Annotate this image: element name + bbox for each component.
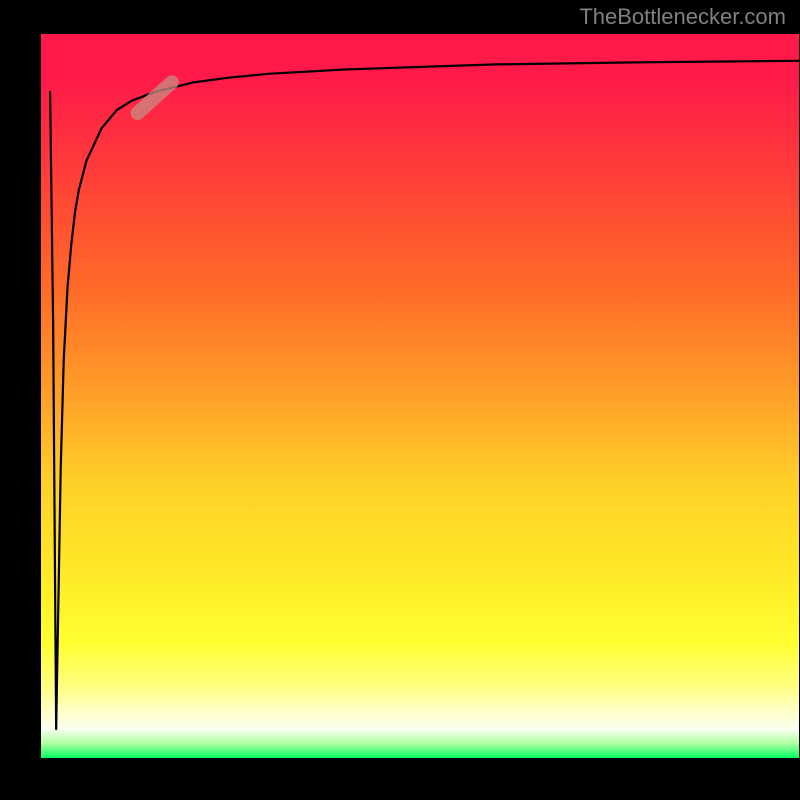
curve-line <box>50 61 799 729</box>
chart-plot-area <box>41 34 799 758</box>
attribution-label: TheBottlenecker.com <box>579 4 786 30</box>
curve-marker <box>128 72 182 123</box>
curve-marker-pill <box>128 72 182 123</box>
chart-svg <box>41 34 799 758</box>
